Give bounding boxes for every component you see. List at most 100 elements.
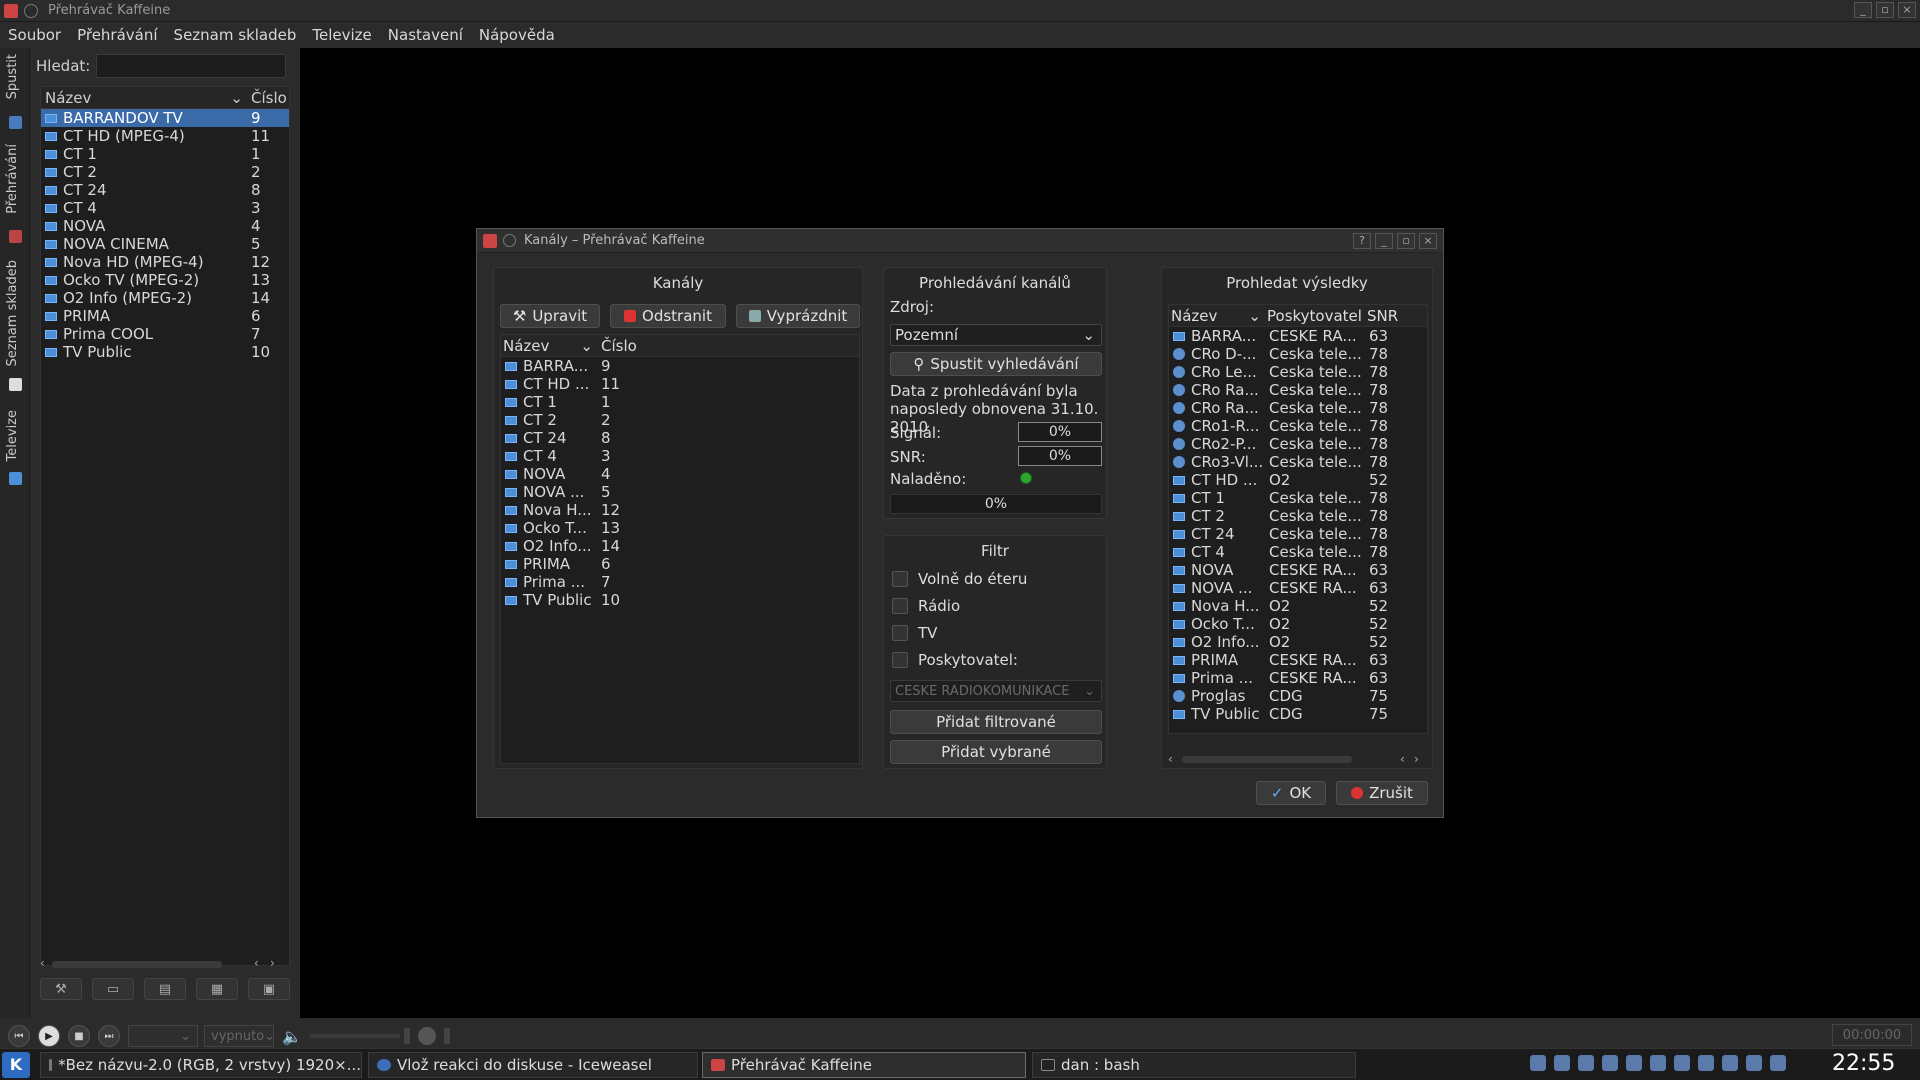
horizontal-scrollbar[interactable]: ‹ ‹ ›	[1168, 752, 1428, 768]
scroll-right-icon[interactable]: ›	[270, 956, 275, 970]
clock[interactable]: 22:55	[1832, 1051, 1895, 1076]
audio-channel-select[interactable]: ⌄	[128, 1025, 198, 1047]
table-row[interactable]: CRo Ra... Ceska tele... 78	[1169, 399, 1427, 417]
table-row[interactable]: TV Public CDG 75	[1169, 705, 1427, 723]
table-row[interactable]: Prima ... CESKE RA... 63	[1169, 669, 1427, 687]
table-row[interactable]: O2 Info... O2 52	[1169, 633, 1427, 651]
program-guide-button[interactable]: ▤	[144, 978, 186, 1000]
table-row[interactable]: CRo1-R... Ceska tele... 78	[1169, 417, 1427, 435]
provider-select[interactable]: CESKE RADIOKOMUNIKACE ⌄	[890, 680, 1102, 702]
seek-slider-handle[interactable]	[443, 1028, 450, 1044]
table-row[interactable]: BARRA... 9	[501, 357, 859, 375]
task-terminal[interactable]: dan : bash	[1032, 1052, 1356, 1078]
list-item[interactable]: CT 22	[41, 163, 289, 181]
scroll-left-icon[interactable]: ‹	[1400, 752, 1405, 766]
close-button[interactable]: ×	[1898, 2, 1916, 18]
tab-playback[interactable]: Přehrávání	[5, 144, 20, 214]
volume-icon[interactable]: 🔈	[282, 1027, 302, 1046]
edit-button[interactable]: ⚒ Upravit	[500, 304, 600, 328]
list-item[interactable]: CT HD (MPEG-4) 11	[41, 127, 289, 145]
subtitle-select[interactable]: vypnuto ⌄	[204, 1025, 275, 1047]
printer-icon[interactable]	[1722, 1055, 1738, 1071]
chevron-down-icon[interactable]: ⌄	[1248, 307, 1261, 325]
tv-checkbox[interactable]: TV	[892, 624, 937, 642]
scrollbar-thumb[interactable]	[52, 961, 222, 968]
volume-icon[interactable]	[1602, 1055, 1618, 1071]
task-gimp[interactable]: *Bez názvu-2.0 (RGB, 2 vrstvy) 1920×...	[40, 1052, 362, 1078]
menu-help[interactable]: Nápověda	[471, 26, 563, 44]
menu-settings[interactable]: Nastavení	[380, 26, 471, 44]
list-item[interactable]: PRIMA 6	[41, 307, 289, 325]
table-row[interactable]: Proglas CDG 75	[1169, 687, 1427, 705]
start-scan-button[interactable]: ⚲ Spustit vyhledávání	[890, 352, 1102, 376]
kaffeine-app-icon[interactable]	[4, 3, 18, 18]
table-row[interactable]: Nova H... O2 52	[1169, 597, 1427, 615]
minimize-button[interactable]: _	[1854, 2, 1872, 18]
kaffeine-app-icon[interactable]	[483, 233, 497, 248]
keyboard-layout-icon[interactable]	[1554, 1055, 1570, 1071]
ok-button[interactable]: ✓ OK	[1256, 781, 1326, 805]
previous-button[interactable]: ⏮	[8, 1025, 30, 1047]
list-item[interactable]: CT 43	[41, 199, 289, 217]
scrollbar-thumb[interactable]	[1182, 756, 1352, 763]
remove-button[interactable]: Odstranit	[610, 304, 726, 328]
play-button[interactable]: ▶	[38, 1025, 60, 1047]
column-name[interactable]: Název	[503, 337, 549, 355]
table-row[interactable]: PRIMA 6	[501, 555, 859, 573]
radio-checkbox[interactable]: Rádio	[892, 597, 960, 615]
pin-icon[interactable]	[503, 234, 516, 247]
results-table[interactable]: Název ⌄ Poskytovatel SNR BARRA... CESKE RA…	[1168, 304, 1428, 734]
table-row[interactable]: Ocko T... O2 52	[1169, 615, 1427, 633]
list-item[interactable]: BARRANDOV TV 9	[41, 109, 289, 127]
update-icon[interactable]	[1698, 1055, 1714, 1071]
add-selected-button[interactable]: Přidat vybrané	[890, 740, 1102, 764]
tab-television[interactable]: Televize	[5, 410, 20, 461]
k-menu-icon[interactable]: K	[2, 1052, 30, 1078]
list-item[interactable]: Prima COOL 7	[41, 325, 289, 343]
scroll-left-icon[interactable]: ‹	[254, 956, 259, 970]
table-row[interactable]: CT HD ... O2 52	[1169, 471, 1427, 489]
table-row[interactable]: CT 4 Ceska tele... 78	[1169, 543, 1427, 561]
list-item[interactable]: Ocko TV (MPEG-2) 13	[41, 271, 289, 289]
configure-button[interactable]: ⚒	[40, 978, 82, 1000]
recording-schedule-button[interactable]: ▦	[196, 978, 238, 1000]
pin-icon[interactable]	[24, 3, 38, 18]
list-item[interactable]: Nova HD (MPEG-4) 12	[41, 253, 289, 271]
table-row[interactable]: CT 11	[501, 393, 859, 411]
list-item[interactable]: NOVA CINEMA 5	[41, 235, 289, 253]
network-icon[interactable]	[1650, 1055, 1666, 1071]
next-button[interactable]: ⏭	[98, 1025, 120, 1047]
notification-icon[interactable]	[1626, 1055, 1642, 1071]
table-row[interactable]: CT HD ... 11	[501, 375, 859, 393]
table-row[interactable]: O2 Info... 14	[501, 537, 859, 555]
tab-start[interactable]: Spustit	[5, 54, 20, 99]
maximize-button[interactable]: ▫	[1397, 233, 1415, 249]
table-row[interactable]: BARRA... CESKE RA... 63	[1169, 327, 1427, 345]
power-icon[interactable]	[1770, 1055, 1786, 1071]
table-row[interactable]: CRo D-... Ceska tele... 78	[1169, 345, 1427, 363]
chevron-down-icon[interactable]: ⌄	[580, 337, 593, 355]
table-row[interactable]: CRo2-P... Ceska tele... 78	[1169, 435, 1427, 453]
table-row[interactable]: CRo Ra... Ceska tele... 78	[1169, 381, 1427, 399]
volume-handle[interactable]	[403, 1028, 410, 1044]
column-name[interactable]: Název	[45, 89, 91, 107]
channel-list[interactable]: Název ⌄ Číslo BARRANDOV TV 9 CT HD (MPEG-4…	[40, 86, 290, 966]
chevron-down-icon[interactable]: ⌄	[230, 89, 243, 107]
task-iceweasel[interactable]: Vlož reakci do diskuse - Iceweasel	[368, 1052, 698, 1078]
table-row[interactable]: Prima ... 7	[501, 573, 859, 591]
table-row[interactable]: Ocko T... 13	[501, 519, 859, 537]
menu-television[interactable]: Televize	[304, 26, 379, 44]
menu-playback[interactable]: Přehrávání	[69, 26, 165, 44]
table-row[interactable]: PRIMA CESKE RA... 63	[1169, 651, 1427, 669]
table-row[interactable]: CT 2 Ceska tele... 78	[1169, 507, 1427, 525]
table-row[interactable]: NOVA 4	[501, 465, 859, 483]
stop-button[interactable]: ■	[68, 1025, 90, 1047]
table-row[interactable]: NOVA ... CESKE RA... 63	[1169, 579, 1427, 597]
close-button[interactable]: ×	[1419, 233, 1437, 249]
scroll-right-icon[interactable]: ›	[1414, 752, 1419, 766]
table-row[interactable]: CRo3-Vl... Ceska tele... 78	[1169, 453, 1427, 471]
scroll-left-icon[interactable]: ‹	[1168, 752, 1173, 766]
channels-table[interactable]: Název ⌄ Číslo BARRA... 9 CT HD ... 11 CT 11…	[500, 334, 860, 764]
column-snr[interactable]: SNR	[1367, 307, 1398, 325]
search-input[interactable]	[96, 54, 287, 78]
